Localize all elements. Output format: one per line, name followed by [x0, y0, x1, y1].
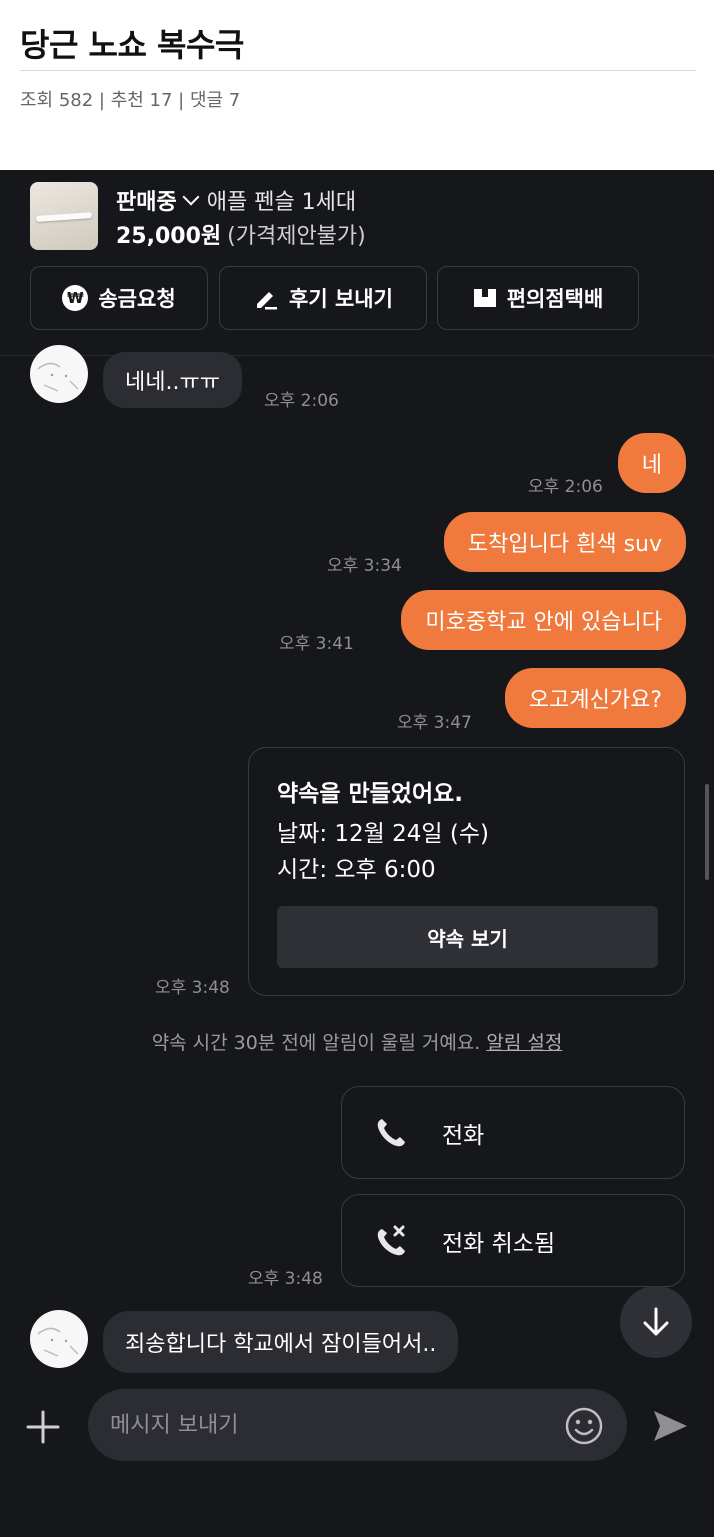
box-icon [473, 287, 497, 309]
send-icon[interactable] [650, 1406, 690, 1446]
scroll-to-bottom-button[interactable] [620, 1286, 692, 1358]
phone-icon [377, 1118, 405, 1146]
phone-cancelled-icon [377, 1225, 405, 1255]
price-note: (가격제안불가) [227, 224, 366, 249]
product-price-row: 25,000원 (가격제안불가) [116, 218, 366, 250]
message-bubble-in[interactable]: 네네..ㅠㅠ [103, 352, 242, 408]
message-time: 오후 3:34 [327, 556, 402, 576]
divider [20, 70, 696, 71]
avatar[interactable] [30, 1310, 88, 1368]
appointment-date: 날짜: 12월 24일 (수) [277, 821, 489, 847]
convenience-delivery-button[interactable]: 편의점택배 [437, 266, 639, 330]
call-label: 전화 [442, 1122, 485, 1149]
product-name: 애플 펜슬 1세대 [206, 190, 357, 215]
remit-request-button[interactable]: ₩ 송금요청 [30, 266, 208, 330]
message-bubble-out[interactable]: 오고계신가요? [504, 668, 686, 728]
avatar[interactable] [30, 345, 88, 403]
message-time: 오후 3:47 [397, 713, 472, 733]
sale-status-dropdown[interactable]: 판매중 [116, 184, 177, 216]
view-appointment-button[interactable]: 약속 보기 [277, 906, 658, 968]
send-review-button[interactable]: 후기 보내기 [219, 266, 427, 330]
message-time: 오후 3:48 [248, 1269, 323, 1289]
chevron-down-icon[interactable] [182, 188, 200, 206]
won-icon: ₩ [62, 285, 89, 311]
scrollbar[interactable] [705, 784, 709, 880]
reminder-notice-text: 약속 시간 30분 전에 알림이 울릴 거예요. [151, 1032, 481, 1054]
message-input[interactable] [88, 1389, 627, 1461]
chat-screen: 판매중 애플 펜슬 1세대 25,000원 (가격제안불가) ₩ 송금요청 후기 … [0, 170, 714, 1537]
message-time: 오후 3:41 [279, 634, 354, 654]
product-status-row: 판매중 애플 펜슬 1세대 [116, 184, 356, 216]
pencil-icon [253, 285, 279, 311]
post-meta: 조회 582 | 추천 17 | 댓글 7 [20, 90, 241, 111]
send-review-label: 후기 보내기 [289, 287, 393, 311]
message-time: 오후 3:48 [155, 978, 230, 998]
appointment-time: 시간: 오후 6:00 [277, 857, 436, 883]
cancelled-call-label: 전화 취소됨 [442, 1230, 556, 1257]
convenience-delivery-label: 편의점택배 [506, 287, 604, 311]
message-bubble-out[interactable]: 도착입니다 흰색 suv [443, 512, 686, 572]
emoji-icon[interactable] [564, 1406, 604, 1446]
product-bar: 판매중 애플 펜슬 1세대 25,000원 (가격제안불가) ₩ 송금요청 후기 … [0, 170, 714, 356]
message-bubble-out[interactable]: 네 [617, 433, 686, 493]
message-time: 오후 2:06 [528, 477, 603, 497]
message-bubble-in[interactable]: 죄송합니다 학교에서 잠이들어서.. [103, 1311, 459, 1373]
product-thumbnail[interactable] [30, 182, 98, 250]
post-title: 당근 노쇼 복수극 [20, 26, 244, 64]
product-price: 25,000원 [116, 224, 222, 249]
appointment-title: 약속을 만들었어요. [277, 781, 464, 807]
reminder-notice: 약속 시간 30분 전에 알림이 울릴 거예요. 알림 설정 [0, 1028, 714, 1055]
message-bubble-out[interactable]: 미호중학교 안에 있습니다 [401, 590, 686, 650]
remit-request-label: 송금요청 [98, 287, 176, 311]
arrow-down-icon [643, 1307, 669, 1336]
call-card[interactable]: 전화 [341, 1086, 685, 1179]
message-time: 오후 2:06 [264, 391, 339, 411]
notification-settings-link[interactable]: 알림 설정 [486, 1032, 562, 1054]
plus-icon[interactable] [26, 1410, 60, 1444]
cancelled-call-card[interactable]: 전화 취소됨 [341, 1194, 685, 1287]
post-header: 당근 노쇼 복수극 조회 582 | 추천 17 | 댓글 7 [0, 0, 714, 170]
appointment-card: 약속을 만들었어요. 날짜: 12월 24일 (수) 시간: 오후 6:00 약… [248, 747, 685, 996]
